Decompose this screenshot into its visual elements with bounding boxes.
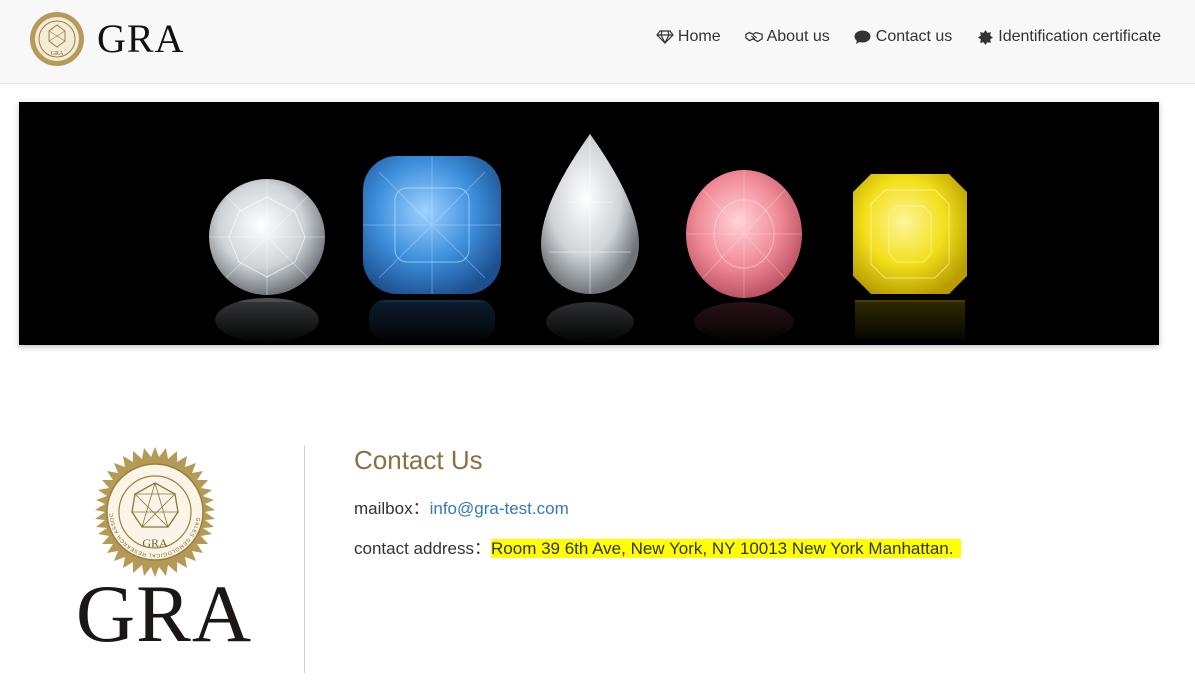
contact-section: Contact Us mailbox：info@gra-test.com con…	[354, 444, 962, 578]
diamonds-banner	[19, 102, 1159, 345]
nav-about[interactable]: About us	[744, 26, 830, 48]
brand-name: GRA	[97, 16, 185, 61]
address-label: contact address：	[354, 539, 492, 558]
mailbox-line: mailbox：info@gra-test.com	[354, 498, 961, 520]
gra-wordmark: GRA	[75, 568, 253, 659]
top-navbar: GRA GRA Home About us Contact us Identif…	[0, 0, 1195, 84]
mailbox-label: mailbox：	[354, 499, 430, 518]
certificate-badge-icon	[976, 29, 994, 45]
email-link[interactable]: info@gra-test.com	[430, 499, 569, 518]
chat-bubble-icon	[854, 29, 872, 45]
seal-label: GRA	[142, 536, 168, 550]
nav-certificate[interactable]: Identification certificate	[976, 26, 1161, 48]
nav-about-label: About us	[766, 28, 830, 45]
nav-contact-label: Contact us	[875, 28, 953, 45]
handshake-icon	[744, 29, 763, 45]
address-line: contact address：Room 39 6th Ave, New Yor…	[354, 538, 962, 560]
gra-logo-block: GALES GEMOLOGICAL RESEARCH ASSOCIATION G…	[60, 445, 270, 659]
address-value: Room 39 6th Ave, New York, NY 10013 New …	[491, 539, 962, 558]
seal-label: GRA	[51, 51, 64, 57]
gra-large-seal-icon: GALES GEMOLOGICAL RESEARCH ASSOCIATION G…	[90, 447, 215, 577]
nav-home-label: Home	[677, 28, 721, 45]
nav-contact[interactable]: Contact us	[854, 26, 952, 48]
gra-seal-icon: GRA	[30, 12, 84, 66]
diamond-icon	[656, 29, 674, 45]
main-nav: Home About us Contact us Identification …	[656, 26, 1161, 48]
vertical-divider	[304, 445, 305, 673]
contact-title: Contact Us	[354, 445, 483, 475]
nav-certificate-label: Identification certificate	[998, 28, 1161, 45]
brand-logo-link[interactable]: GRA GRA	[29, 11, 184, 67]
nav-home[interactable]: Home	[656, 26, 721, 48]
